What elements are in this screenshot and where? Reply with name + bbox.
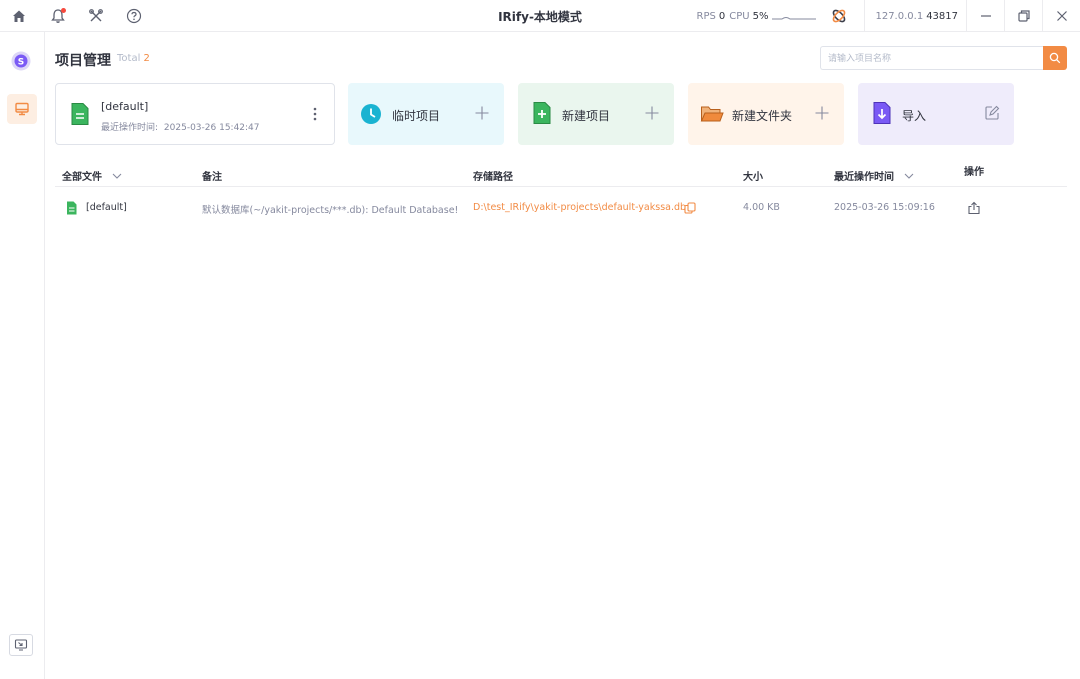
rps-value: 0 <box>718 10 726 22</box>
monitor-icon <box>15 102 29 116</box>
search-icon <box>1049 52 1061 64</box>
folder-icon <box>700 106 724 122</box>
column-label: 全部文件 <box>62 172 102 183</box>
rps-label: RPS <box>696 10 716 22</box>
svg-text:S: S <box>18 58 24 68</box>
close-button[interactable] <box>1042 0 1080 32</box>
status-area: RPS 0 CPU 5% 127.0.0.1 43817 <box>697 0 1080 32</box>
sidebar-collapse-button[interactable] <box>9 634 33 656</box>
temp-project-label: 临时项目 <box>392 109 441 123</box>
import-file-icon <box>873 102 891 124</box>
chevron-down-icon <box>905 173 914 179</box>
help-icon[interactable] <box>124 6 144 26</box>
minimize-icon <box>980 15 991 17</box>
plus-icon <box>815 106 829 120</box>
total-count: Total 2 <box>117 53 150 64</box>
plus-icon <box>645 106 659 120</box>
close-icon <box>1056 11 1067 21</box>
database-file-icon <box>67 201 77 215</box>
engine-port: 43817 <box>926 10 958 22</box>
new-folder-label: 新建文件夹 <box>732 109 793 123</box>
restore-button[interactable] <box>1004 0 1042 32</box>
table-row[interactable]: [default] 默认数据库(~/yakit-projects/***.db)… <box>55 188 1067 228</box>
engine-host: 127.0.0.1 <box>875 10 924 22</box>
clock-icon <box>361 104 381 124</box>
minimize-button[interactable] <box>966 0 1004 32</box>
home-icon[interactable] <box>9 6 29 26</box>
engine-link-icon[interactable] <box>830 7 848 25</box>
sidebar-item-ssa[interactable]: S <box>10 50 32 72</box>
row-size: 4.00 KB <box>743 202 780 213</box>
current-project-name: [default] <box>101 100 149 113</box>
tools-icon[interactable] <box>86 6 106 26</box>
page-title: 项目管理 <box>55 53 111 69</box>
cpu-sparkline-icon <box>772 17 817 20</box>
add-file-icon <box>533 102 551 124</box>
column-header-size: 大小 <box>743 172 763 183</box>
current-project-time: 最近操作时间: 2025-03-26 15:42:47 <box>101 120 260 133</box>
edit-icon <box>985 105 1000 120</box>
column-header-actions: 操作 <box>964 167 984 178</box>
title-bar: IRify-本地模式 RPS 0 CPU 5% 127.0.0.1 43817 <box>0 0 1080 32</box>
left-sidebar: S <box>0 32 45 679</box>
new-project-card[interactable]: 新建项目 <box>518 83 674 145</box>
column-header-time[interactable]: 最近操作时间 <box>834 168 915 183</box>
row-note: 默认数据库(~/yakit-projects/***.db): Default … <box>202 205 459 216</box>
row-time: 2025-03-26 15:09:16 <box>834 202 935 213</box>
plus-icon <box>475 106 489 120</box>
more-options-button[interactable] <box>310 106 320 122</box>
column-header-note: 备注 <box>202 172 222 183</box>
temp-project-card[interactable]: 临时项目 <box>348 83 504 145</box>
more-vertical-icon <box>313 107 317 121</box>
project-search-input[interactable] <box>820 46 1044 70</box>
main-content: 项目管理 Total 2 [default] 最近操作时间: 2025-03-2… <box>45 32 1080 679</box>
chevron-down-icon <box>113 173 122 179</box>
column-header-all-files[interactable]: 全部文件 <box>62 168 123 183</box>
ssa-logo-icon: S <box>11 51 31 71</box>
column-label: 最近操作时间 <box>834 172 894 183</box>
sidebar-item-project-manager[interactable] <box>7 94 37 124</box>
total-value: 2 <box>143 53 150 64</box>
database-file-icon <box>71 103 89 125</box>
copy-icon[interactable] <box>684 202 696 214</box>
new-project-label: 新建项目 <box>562 109 611 123</box>
current-project-card[interactable]: [default] 最近操作时间: 2025-03-26 15:42:47 <box>55 83 335 145</box>
column-header-path: 存储路径 <box>473 172 513 183</box>
total-label: Total <box>117 53 141 64</box>
cpu-value: 5% <box>752 10 769 22</box>
table-header: 全部文件 备注 存储路径 大小 最近操作时间 操作 <box>55 162 1067 187</box>
export-icon[interactable] <box>967 201 981 215</box>
search-button[interactable] <box>1043 46 1067 70</box>
time-label: 最近操作时间: <box>101 123 159 133</box>
new-folder-card[interactable]: 新建文件夹 <box>688 83 844 145</box>
notification-bell-icon[interactable] <box>48 6 68 26</box>
row-project-name: [default] <box>86 202 127 213</box>
restore-icon <box>1017 10 1030 22</box>
row-storage-path[interactable]: D:\test_IRify\yakit-projects\default-yak… <box>473 202 686 213</box>
time-value: 2025-03-26 15:42:47 <box>163 123 260 133</box>
cpu-label: CPU <box>729 10 750 22</box>
import-label: 导入 <box>902 109 927 123</box>
import-card[interactable]: 导入 <box>858 83 1014 145</box>
screen-collapse-icon <box>14 639 28 651</box>
